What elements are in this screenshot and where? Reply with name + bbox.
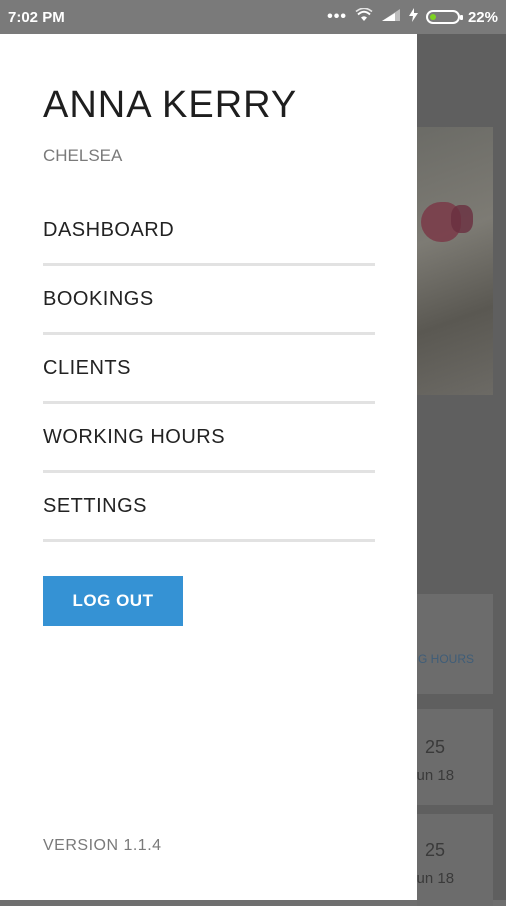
- user-location: CHELSEA: [43, 146, 123, 165]
- charging-icon: [408, 8, 418, 26]
- status-icons: ••• 22%: [327, 7, 498, 26]
- background-booking-card: 25 Jun 18: [409, 709, 493, 805]
- logout-button[interactable]: LOG OUT: [43, 576, 183, 626]
- status-bar: 7:02 PM ••• 22%: [0, 0, 506, 34]
- menu-item-clients[interactable]: CLIENTS: [43, 335, 375, 404]
- status-time: 7:02 PM: [8, 8, 65, 26]
- background-card: [417, 594, 493, 694]
- menu-item-working-hours[interactable]: WORKING HOURS: [43, 404, 375, 473]
- menu-item-dashboard[interactable]: DASHBOARD: [43, 197, 375, 266]
- navigation-drawer: ANNA KERRY CHELSEA DASHBOARD BOOKINGS CL…: [0, 34, 417, 900]
- app-version: VERSION 1.1.4: [43, 837, 162, 854]
- signal-icon: [381, 8, 401, 26]
- booking-day: 25: [425, 840, 446, 860]
- wifi-icon: [355, 7, 373, 26]
- battery-level-fill: [429, 14, 436, 20]
- background-photo: [417, 127, 493, 395]
- battery-icon: [425, 10, 463, 24]
- background-booking-card: 25 Jun 18: [409, 814, 493, 906]
- battery-percent: 22%: [467, 8, 498, 26]
- more-dots-icon: •••: [327, 8, 347, 25]
- photo-detail: [451, 205, 473, 233]
- drawer-menu: DASHBOARD BOOKINGS CLIENTS WORKING HOURS…: [43, 197, 375, 542]
- user-name: ANNA KERRY: [43, 84, 298, 126]
- booking-day: 25: [425, 737, 446, 757]
- background-link: G HOURS: [418, 652, 475, 666]
- menu-item-settings[interactable]: SETTINGS: [43, 473, 375, 542]
- menu-item-bookings[interactable]: BOOKINGS: [43, 266, 375, 335]
